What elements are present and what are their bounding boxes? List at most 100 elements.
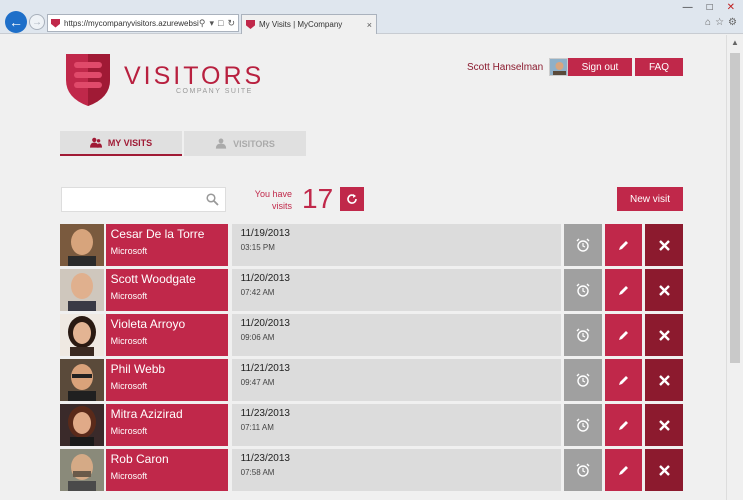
visitor-name-box[interactable]: Violeta Arroyo Microsoft [105,314,228,356]
edit-button[interactable] [604,359,643,401]
visitor-name: Rob Caron [110,452,169,466]
minimize-icon[interactable]: — [683,2,693,13]
lock-icon[interactable]: □ [218,18,223,29]
delete-button[interactable] [645,449,683,491]
visitor-name-box[interactable]: Phil Webb Microsoft [105,359,228,401]
back-button[interactable]: ← [5,11,27,33]
search-icon[interactable]: ⚲ [199,18,206,29]
reminder-button[interactable] [563,404,602,446]
view-tabs: MY VISITS VISITORS [60,131,306,156]
tab-label: MY VISITS [107,137,153,148]
address-url[interactable]: https://mycompanyvisitors.azurewebsit... [64,19,199,28]
visit-time: 07:42 AM [240,288,275,297]
visitor-photo [60,359,104,401]
pencil-icon [618,375,628,385]
close-icon [658,419,670,431]
visitor-company: Microsoft [110,336,148,346]
delete-button[interactable] [645,224,683,266]
edit-button[interactable] [604,404,643,446]
refresh-button[interactable] [340,187,364,211]
visit-date: 11/21/2013 [240,363,290,374]
visitor-name-box[interactable]: Mitra Azizirad Microsoft [105,404,228,446]
signout-button[interactable]: Sign out [568,58,632,76]
visit-count: 17 [302,183,334,214]
reminder-button[interactable] [563,359,602,401]
close-icon [658,239,670,251]
visit-time: 07:58 AM [240,468,275,477]
site-favicon-icon [51,18,60,28]
refresh-icon[interactable]: ↻ [227,18,235,29]
delete-button[interactable] [645,359,683,401]
delete-button[interactable] [645,314,683,356]
edit-button[interactable] [604,449,643,491]
list-item: Phil Webb Microsoft 11/21/2013 09:47 AM [60,359,683,404]
delete-button[interactable] [645,269,683,311]
delete-button[interactable] [645,404,683,446]
favorites-icon[interactable]: ☆ [715,17,724,28]
visitors-logo-icon [66,54,110,106]
dropdown-icon[interactable]: ▾ [209,18,214,29]
reminder-button[interactable] [563,269,602,311]
visitor-name-box[interactable]: Cesar De la Torre Microsoft [105,224,228,266]
home-icon[interactable]: ⌂ [705,17,711,28]
visit-count-label: You have visits [254,189,292,211]
browser-tab[interactable]: My Visits | MyCompany × [241,14,377,34]
visitor-photo [60,404,104,446]
pencil-icon [618,465,628,475]
visit-time: 03:15 PM [240,243,275,252]
settings-gear-icon[interactable]: ⚙ [728,17,737,28]
scroll-up-icon[interactable]: ▲ [727,35,743,51]
tab-favicon-icon [246,20,255,29]
new-visit-button[interactable]: New visit [617,187,683,211]
list-item: Cesar De la Torre Microsoft 11/19/2013 0… [60,224,683,269]
tab-title: My Visits | MyCompany [259,20,343,29]
visitor-company: Microsoft [110,426,148,436]
maximize-icon[interactable]: □ [707,2,713,13]
forward-button[interactable]: → [29,14,45,30]
people-icon [89,137,102,148]
scroll-thumb[interactable] [730,53,740,363]
tab-close-icon[interactable]: × [367,20,376,30]
list-item: Scott Woodgate Microsoft 11/20/2013 07:4… [60,269,683,314]
visitor-name-box[interactable]: Scott Woodgate Microsoft [105,269,228,311]
alarm-clock-icon [576,328,590,342]
search-input[interactable] [61,187,226,212]
visitor-company: Microsoft [110,381,148,391]
reminder-button[interactable] [563,314,602,356]
refresh-icon [347,194,357,204]
close-icon [658,329,670,341]
visits-list: Cesar De la Torre Microsoft 11/19/2013 0… [60,224,683,494]
visit-time: 09:47 AM [240,378,275,387]
visitor-photo [60,314,104,356]
visit-datetime: 11/21/2013 09:47 AM [231,359,561,401]
pencil-icon [618,420,628,430]
edit-button[interactable] [604,269,643,311]
visitor-name: Cesar De la Torre [110,227,205,241]
visit-date: 11/23/2013 [240,453,290,464]
tab-label: VISITORS [233,138,275,149]
search-icon[interactable] [206,193,219,206]
list-item: Mitra Azizirad Microsoft 11/23/2013 07:1… [60,404,683,449]
close-window-icon[interactable]: ✕ [727,2,735,13]
close-icon [658,464,670,476]
alarm-clock-icon [576,463,590,477]
visit-datetime: 11/23/2013 07:58 AM [231,449,561,491]
visitor-name: Phil Webb [110,362,166,376]
logo-title: VISITORS [124,62,265,90]
visitor-name-box[interactable]: Rob Caron Microsoft [105,449,228,491]
browser-chrome: ← → https://mycompanyvisitors.azurewebsi… [0,0,743,34]
edit-button[interactable] [604,314,643,356]
tab-visitors[interactable]: VISITORS [184,131,306,156]
address-bar[interactable]: https://mycompanyvisitors.azurewebsit...… [47,14,239,32]
reminder-button[interactable] [563,224,602,266]
visitor-company: Microsoft [110,291,148,301]
logo-subtitle: COMPANY SUITE [176,88,253,95]
tab-my-visits[interactable]: MY VISITS [60,131,182,156]
visit-time: 09:06 AM [240,333,275,342]
reminder-button[interactable] [563,449,602,491]
visit-datetime: 11/20/2013 09:06 AM [231,314,561,356]
visitor-photo [60,269,104,311]
page-scrollbar[interactable]: ▲ [726,35,743,500]
edit-button[interactable] [604,224,643,266]
faq-button[interactable]: FAQ [635,58,683,76]
